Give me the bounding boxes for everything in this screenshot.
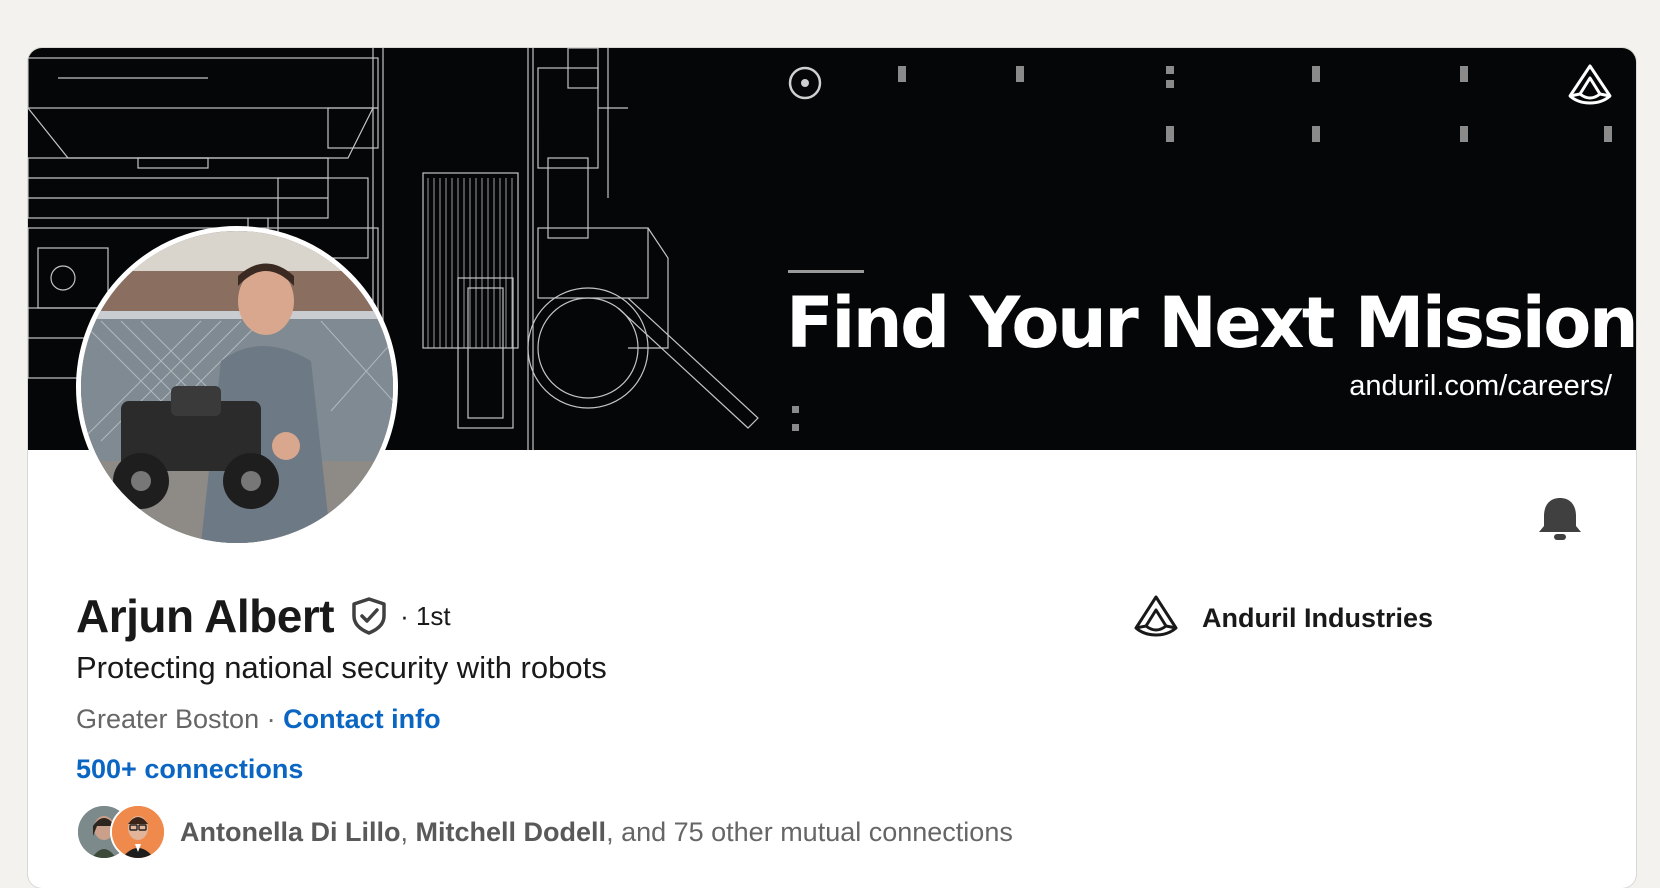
mutual-name-1: Antonella Di Lillo: [180, 816, 401, 847]
name-row: Arjun Albert · 1st: [76, 588, 451, 644]
shield-check-icon[interactable]: [350, 596, 388, 636]
anduril-logo-icon: [1566, 62, 1614, 111]
mutual-connections-link[interactable]: Antonella Di Lillo, Mitchell Dodell, and…: [76, 804, 1013, 860]
bell-icon: [1536, 498, 1584, 550]
current-company-link[interactable]: Anduril Industries: [1132, 588, 1433, 648]
connections-link[interactable]: 500+ connections: [76, 754, 303, 785]
banner-divider: [788, 270, 864, 273]
connection-degree: · 1st: [400, 600, 451, 631]
anduril-logo-icon: [1132, 593, 1180, 644]
profile-name: Arjun Albert: [76, 590, 335, 642]
banner-url: anduril.com/careers/: [1349, 370, 1612, 402]
mutual-connections-text: Antonella Di Lillo, Mitchell Dodell, and…: [180, 817, 1013, 848]
location-row: Greater Boston · Contact info: [76, 704, 441, 735]
contact-info-link[interactable]: Contact info: [283, 704, 440, 734]
mutual-facepile: [76, 804, 166, 860]
avatar: [110, 804, 166, 860]
location-text: Greater Boston: [76, 704, 260, 734]
banner-headline: Find Your Next Mission: [786, 282, 1636, 364]
profile-headline: Protecting national security with robots: [76, 650, 607, 685]
company-name: Anduril Industries: [1202, 602, 1434, 633]
profile-photo[interactable]: [76, 226, 398, 548]
notification-bell-button[interactable]: [1536, 494, 1584, 546]
mutual-comma: ,: [400, 816, 409, 847]
mutual-name-2: Mitchell Dodell: [415, 816, 607, 847]
mutual-suffix: , and 75 other mutual connections: [606, 816, 1013, 847]
profile-card: Find Your Next Mission anduril.com/caree…: [28, 48, 1636, 888]
separator-dot: ·: [259, 704, 284, 734]
